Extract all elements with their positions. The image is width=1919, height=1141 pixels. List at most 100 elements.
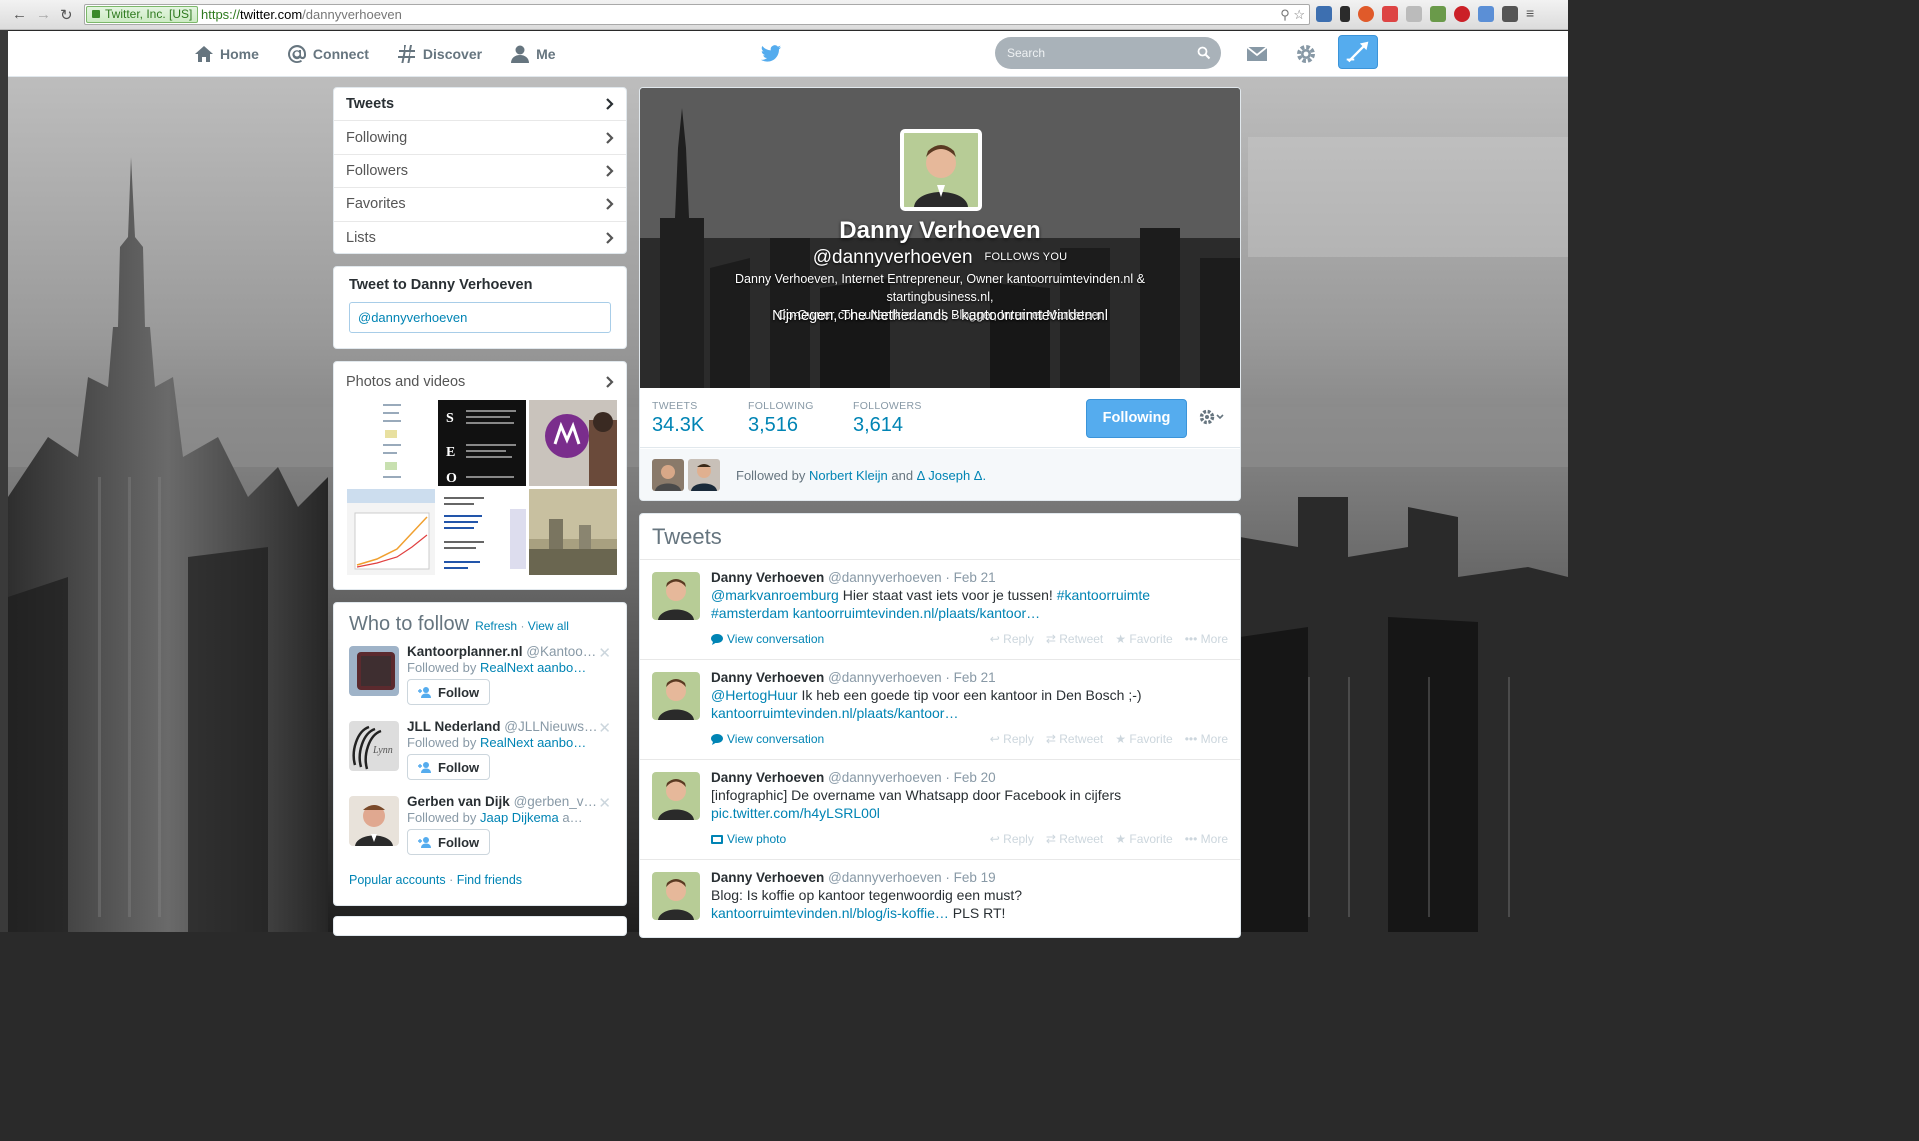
favorite-button[interactable]: ★ Favorite bbox=[1115, 632, 1172, 646]
profile-nav-lists[interactable]: Lists bbox=[334, 222, 626, 255]
tweet-timestamp[interactable]: · Feb 21 bbox=[942, 570, 995, 585]
pinterest-icon[interactable] bbox=[1454, 6, 1470, 22]
zoom-icon[interactable]: ⚲ ☆ bbox=[1280, 5, 1305, 24]
photo-thumbnail[interactable]: S EO bbox=[438, 400, 526, 486]
following-button[interactable]: Following bbox=[1086, 399, 1187, 438]
hashtag-link[interactable]: #amsterdam bbox=[711, 605, 789, 621]
url-link[interactable]: kantoorruimtevinden.nl/plaats/kantoor… bbox=[789, 605, 1040, 621]
ev-certificate-badge[interactable]: Twitter, Inc. [US] bbox=[86, 6, 199, 23]
url-link[interactable]: pic.twitter.com/h4yLSRL00l bbox=[711, 805, 880, 821]
url-link[interactable]: kantoorruimtevinden.nl/plaats/kantoor… bbox=[711, 705, 958, 721]
mention-link[interactable]: @HertogHuur bbox=[711, 687, 798, 703]
address-bar[interactable]: Twitter, Inc. [US] https://twitter.com/d… bbox=[84, 4, 1310, 25]
profile-nav-tweets[interactable]: Tweets bbox=[334, 88, 626, 122]
followed-by-link[interactable]: Δ Joseph Δ. bbox=[917, 468, 986, 483]
retweet-button[interactable]: ⇄ Retweet bbox=[1046, 732, 1103, 746]
more-button[interactable]: ••• More bbox=[1185, 632, 1228, 646]
profile-nav-followers[interactable]: Followers bbox=[334, 155, 626, 189]
avatar[interactable] bbox=[688, 459, 720, 491]
tweet-avatar[interactable] bbox=[652, 672, 700, 720]
profile-nav-following[interactable]: Following bbox=[334, 121, 626, 155]
avatar[interactable] bbox=[349, 646, 399, 696]
back-arrow-icon[interactable]: ← bbox=[12, 6, 27, 23]
reply-button[interactable]: ↩ Reply bbox=[990, 832, 1034, 846]
avatar[interactable] bbox=[349, 796, 399, 846]
nav-connect[interactable]: Connect bbox=[287, 44, 369, 64]
favorite-button[interactable]: ★ Favorite bbox=[1115, 732, 1172, 746]
messages-envelope-icon[interactable] bbox=[1245, 42, 1269, 66]
view-photo-link[interactable]: View photo bbox=[711, 832, 786, 846]
extension-icon[interactable] bbox=[1502, 6, 1518, 22]
tweet-item[interactable]: Danny Verhoeven @dannyverhoeven · Feb 21… bbox=[640, 660, 1240, 760]
tweet-avatar[interactable] bbox=[652, 872, 700, 920]
tweet-avatar[interactable] bbox=[652, 572, 700, 620]
user-actions-gear-icon[interactable] bbox=[1197, 407, 1227, 427]
profile-avatar[interactable] bbox=[900, 129, 982, 211]
nav-home[interactable]: Home bbox=[194, 44, 259, 64]
suggestion-name[interactable]: Gerben van Dijk bbox=[407, 794, 510, 809]
avatar[interactable] bbox=[652, 459, 684, 491]
dismiss-icon[interactable]: ✕ bbox=[598, 644, 611, 662]
follow-button[interactable]: Follow bbox=[407, 754, 491, 780]
retweet-button[interactable]: ⇄ Retweet bbox=[1046, 632, 1103, 646]
reply-button[interactable]: ↩ Reply bbox=[990, 732, 1034, 746]
profile-handle[interactable]: @dannyverhoeven bbox=[813, 247, 973, 268]
profile-nav-favorites[interactable]: Favorites bbox=[334, 188, 626, 222]
url-link[interactable]: kantoorruimtevinden.nl/blog/is-koffie… bbox=[711, 905, 949, 921]
more-button[interactable]: ••• More bbox=[1185, 732, 1228, 746]
popular-accounts-link[interactable]: Popular accounts bbox=[349, 873, 446, 887]
reply-button[interactable]: ↩ Reply bbox=[990, 632, 1034, 646]
retweet-button[interactable]: ⇄ Retweet bbox=[1046, 832, 1103, 846]
compose-tweet-button[interactable] bbox=[1338, 35, 1378, 69]
extension-icon[interactable] bbox=[1430, 6, 1446, 22]
photos-videos-header[interactable]: Photos and videos bbox=[334, 362, 626, 396]
view-conversation-link[interactable]: View conversation bbox=[711, 732, 824, 746]
tweet-timestamp[interactable]: · Feb 20 bbox=[942, 770, 995, 785]
tweet-to-input[interactable]: @dannyverhoeven bbox=[349, 302, 611, 333]
extension-icon[interactable] bbox=[1478, 6, 1494, 22]
extension-icon[interactable] bbox=[1340, 6, 1350, 22]
extension-icon[interactable] bbox=[1316, 6, 1332, 22]
tweet-item[interactable]: Danny Verhoeven @dannyverhoeven · Feb 20… bbox=[640, 760, 1240, 860]
forward-arrow-icon[interactable]: → bbox=[36, 6, 51, 23]
photo-thumbnail[interactable] bbox=[529, 400, 617, 486]
tweet-author-name[interactable]: Danny Verhoeven bbox=[711, 670, 824, 685]
nav-discover[interactable]: Discover bbox=[397, 44, 482, 64]
twitter-bird-icon[interactable] bbox=[760, 43, 782, 65]
tweet-author-name[interactable]: Danny Verhoeven bbox=[711, 770, 824, 785]
tweet-item[interactable]: Danny Verhoeven @dannyverhoeven · Feb 19… bbox=[640, 860, 1240, 937]
tweet-author-name[interactable]: Danny Verhoeven bbox=[711, 570, 824, 585]
nav-me[interactable]: Me bbox=[510, 44, 556, 64]
suggestion-name[interactable]: JLL Nederland bbox=[407, 719, 501, 734]
mention-link[interactable]: @markvanroemburg bbox=[711, 587, 839, 603]
tweet-avatar[interactable] bbox=[652, 772, 700, 820]
extension-icon[interactable] bbox=[1382, 6, 1398, 22]
view-all-link[interactable]: View all bbox=[528, 619, 569, 633]
photo-thumbnail[interactable] bbox=[438, 489, 526, 575]
photo-thumbnail[interactable] bbox=[529, 489, 617, 575]
search-icon[interactable] bbox=[1197, 46, 1211, 60]
stat-following[interactable]: FOLLOWING 3,516 bbox=[748, 400, 814, 437]
avatar[interactable]: Lynn bbox=[349, 721, 399, 771]
dismiss-icon[interactable]: ✕ bbox=[598, 719, 611, 737]
tweet-timestamp[interactable]: · Feb 19 bbox=[942, 870, 995, 885]
extension-icon[interactable] bbox=[1406, 6, 1422, 22]
hashtag-link[interactable]: #kantoorruimte bbox=[1057, 587, 1150, 603]
find-friends-link[interactable]: Find friends bbox=[457, 873, 522, 887]
profile-website-link[interactable]: kantoorruimtevinden.nl bbox=[961, 308, 1108, 324]
tweet-item[interactable]: Danny Verhoeven @dannyverhoeven · Feb 21… bbox=[640, 560, 1240, 660]
photo-thumbnail[interactable] bbox=[347, 489, 435, 575]
followed-by-link[interactable]: Norbert Kleijn bbox=[809, 468, 888, 483]
tweet-timestamp[interactable]: · Feb 21 bbox=[942, 670, 995, 685]
view-conversation-link[interactable]: View conversation bbox=[711, 632, 824, 646]
extension-icon[interactable] bbox=[1358, 6, 1374, 22]
suggestion-name[interactable]: Kantoorplanner.nl bbox=[407, 644, 523, 659]
follow-button[interactable]: Follow bbox=[407, 829, 491, 855]
dismiss-icon[interactable]: ✕ bbox=[598, 794, 611, 812]
search-input[interactable]: Search bbox=[995, 37, 1221, 69]
url-text[interactable]: https://twitter.com/dannyverhoeven bbox=[201, 5, 402, 24]
more-button[interactable]: ••• More bbox=[1185, 832, 1228, 846]
stat-followers[interactable]: FOLLOWERS 3,614 bbox=[853, 400, 922, 437]
photo-thumbnail[interactable] bbox=[347, 400, 435, 486]
menu-icon[interactable]: ≡ bbox=[1526, 6, 1540, 22]
